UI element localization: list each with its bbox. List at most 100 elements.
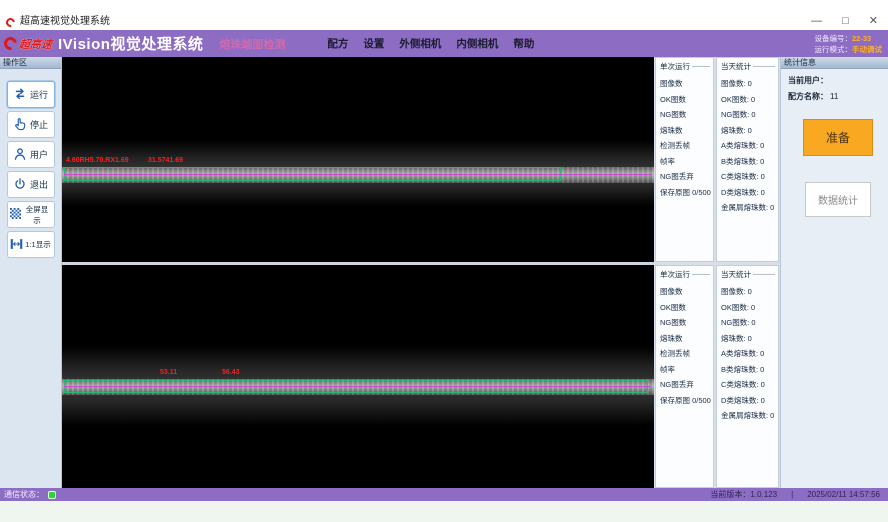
data-statistics-button[interactable]: 数据统计	[805, 182, 871, 217]
menu-help[interactable]: 帮助	[513, 36, 534, 51]
stats-group-bottom: 单次运行 图像数 OK图数 NG图数 熔珠数 检测丢帧 帧率 NG图丢弃 保存原…	[654, 265, 780, 488]
stat-row: C类熔珠数: 0	[721, 169, 775, 185]
datetime-value: 2025/02/11 14:57:56	[807, 490, 880, 499]
stat-row: NG图数	[660, 107, 710, 123]
device-info: 设备编号：22-33 运行模式：手动调试	[815, 33, 883, 55]
viewport-column: 4.60RH5.70.RX1.69 31.5741.69 53.11 56.43	[62, 57, 654, 488]
stat-row: 检测丢帧	[660, 346, 710, 362]
stat-row: B类熔珠数: 0	[721, 362, 775, 378]
current-user-label: 当前用户：	[788, 76, 828, 85]
status-separator: |	[791, 490, 793, 499]
stat-row: 金属屑熔珠数: 0	[721, 408, 775, 424]
brand-logo-icon	[1, 34, 19, 52]
stat-row: 熔珠数: 0	[721, 123, 775, 139]
stat-row: OK图数	[660, 300, 710, 316]
fullscreen-button-label: 全屏显示	[23, 204, 52, 226]
app-title: IVision视觉处理系统	[58, 33, 203, 54]
window-title: 超高速视觉处理系统	[20, 12, 110, 27]
stat-row: 检测丢帧	[660, 138, 710, 154]
minimize-button[interactable]: —	[811, 16, 822, 27]
close-button[interactable]: ✕	[869, 16, 878, 27]
status-bar: 通信状态： 当前版本：1.0.123 | 2025/02/11 14:57:56	[0, 488, 888, 501]
device-id-value: 22-33	[852, 34, 871, 43]
run-button[interactable]: 运行	[7, 81, 55, 108]
statistics-info-panel: 统计信息 当前用户： 配方名称：11 准备 数据统计	[780, 57, 888, 488]
stats-group-top: 单次运行 图像数 OK图数 NG图数 熔珠数 检测丢帧 帧率 NG图丢弃 保存原…	[654, 57, 780, 262]
stat-row: 金属屑熔珠数: 0	[721, 200, 775, 216]
sidebar-title: 操作区	[0, 57, 61, 69]
fullscreen-button[interactable]: 全屏显示	[7, 201, 55, 228]
version-label: 当前版本：	[710, 490, 750, 499]
stat-row: 熔珠数	[660, 123, 710, 139]
menu-inner-camera[interactable]: 内侧相机	[456, 36, 498, 51]
stat-row: 熔珠数: 0	[721, 331, 775, 347]
menu-outer-camera[interactable]: 外侧相机	[399, 36, 441, 51]
laser-line	[64, 386, 650, 387]
stop-button[interactable]: 停止	[7, 111, 55, 138]
one-to-one-button-label: 1:1显示	[25, 239, 50, 250]
stop-button-label: 停止	[30, 118, 48, 131]
stat-row: D类熔珠数: 0	[721, 393, 775, 409]
menu-settings[interactable]: 设置	[363, 36, 384, 51]
exit-button[interactable]: 退出	[7, 171, 55, 198]
stat-row: OK图数	[660, 92, 710, 108]
app-header: 超高速 IVision视觉处理系统 熔珠端面检测 配方 设置 外侧相机 内侧相机…	[0, 30, 888, 57]
run-button-label: 运行	[30, 88, 48, 101]
main-area: 操作区 运行 停止 用户 退出 全屏显示	[0, 57, 888, 488]
stat-row: NG图丢弃	[660, 169, 710, 185]
user-button-label: 用户	[30, 148, 48, 161]
prepare-button[interactable]: 准备	[803, 119, 873, 156]
stat-row: NG图数: 0	[721, 315, 775, 331]
user-button[interactable]: 用户	[7, 141, 55, 168]
info-panel-title: 统计信息	[781, 57, 888, 69]
stat-row: B类熔珠数: 0	[721, 154, 775, 170]
recipe-name-value: 11	[830, 92, 838, 101]
stat-row: OK图数: 0	[721, 300, 775, 316]
outer-camera-viewport[interactable]: 4.60RH5.70.RX1.69 31.5741.69	[62, 57, 654, 262]
measurement-annotation: 31.5741.69	[148, 157, 183, 165]
app-subtitle: 熔珠端面检测	[219, 36, 285, 52]
stat-row: 帧率	[660, 154, 710, 170]
laser-line	[64, 174, 652, 175]
stat-row: A类熔珠数: 0	[721, 138, 775, 154]
stat-row: 熔珠数	[660, 331, 710, 347]
daily-stats-title: 当天统计	[721, 61, 775, 72]
recipe-name-label: 配方名称：	[788, 92, 828, 101]
stat-row: 保存原图 0/500	[660, 393, 710, 409]
stat-row: OK图数: 0	[721, 92, 775, 108]
user-icon	[13, 147, 27, 163]
measurement-annotation: 4.60RH5.70.RX1.69	[66, 157, 129, 165]
single-run-title: 单次运行	[660, 269, 710, 280]
single-run-title: 单次运行	[660, 61, 710, 72]
measurement-annotation: 56.43	[222, 369, 240, 377]
comm-status-label: 通信状态：	[4, 489, 44, 500]
operation-sidebar: 操作区 运行 停止 用户 退出 全屏显示	[0, 57, 62, 488]
statistics-column: 单次运行 图像数 OK图数 NG图数 熔珠数 检测丢帧 帧率 NG图丢弃 保存原…	[654, 57, 780, 488]
stat-row: NG图丢弃	[660, 377, 710, 393]
fullscreen-dither-icon	[10, 208, 21, 221]
single-run-box: 单次运行 图像数 OK图数 NG图数 熔珠数 检测丢帧 帧率 NG图丢弃 保存原…	[655, 265, 714, 488]
stat-row: C类熔珠数: 0	[721, 377, 775, 393]
run-mode-label: 运行模式：	[815, 45, 853, 54]
stat-row: 图像数: 0	[721, 284, 775, 300]
inner-camera-viewport[interactable]: 53.11 56.43	[62, 265, 654, 488]
version-value: 1.0.123	[750, 490, 777, 499]
daily-stats-box: 当天统计 图像数: 0 OK图数: 0 NG图数: 0 熔珠数: 0 A类熔珠数…	[716, 57, 779, 262]
stat-row: D类熔珠数: 0	[721, 185, 775, 201]
run-cycle-icon	[13, 87, 27, 103]
comm-status-indicator	[48, 491, 56, 499]
power-icon	[13, 177, 27, 193]
main-menu: 配方 设置 外侧相机 内侧相机 帮助	[327, 36, 534, 51]
stat-row: 图像数	[660, 284, 710, 300]
brand-logo: 超高速	[4, 36, 52, 52]
daily-stats-box: 当天统计 图像数: 0 OK图数: 0 NG图数: 0 熔珠数: 0 A类熔珠数…	[716, 265, 779, 488]
stat-row: 保存原图 0/500	[660, 185, 710, 201]
maximize-button[interactable]: □	[842, 16, 849, 27]
daily-stats-title: 当天统计	[721, 269, 775, 280]
window-titlebar: 超高速视觉处理系统 — □ ✕	[0, 0, 888, 30]
run-mode-value: 手动调试	[852, 45, 882, 54]
app-logo-icon	[4, 16, 17, 29]
menu-recipe[interactable]: 配方	[327, 36, 348, 51]
brand-logo-text: 超高速	[18, 36, 53, 52]
one-to-one-button[interactable]: 1:1显示	[7, 231, 55, 258]
